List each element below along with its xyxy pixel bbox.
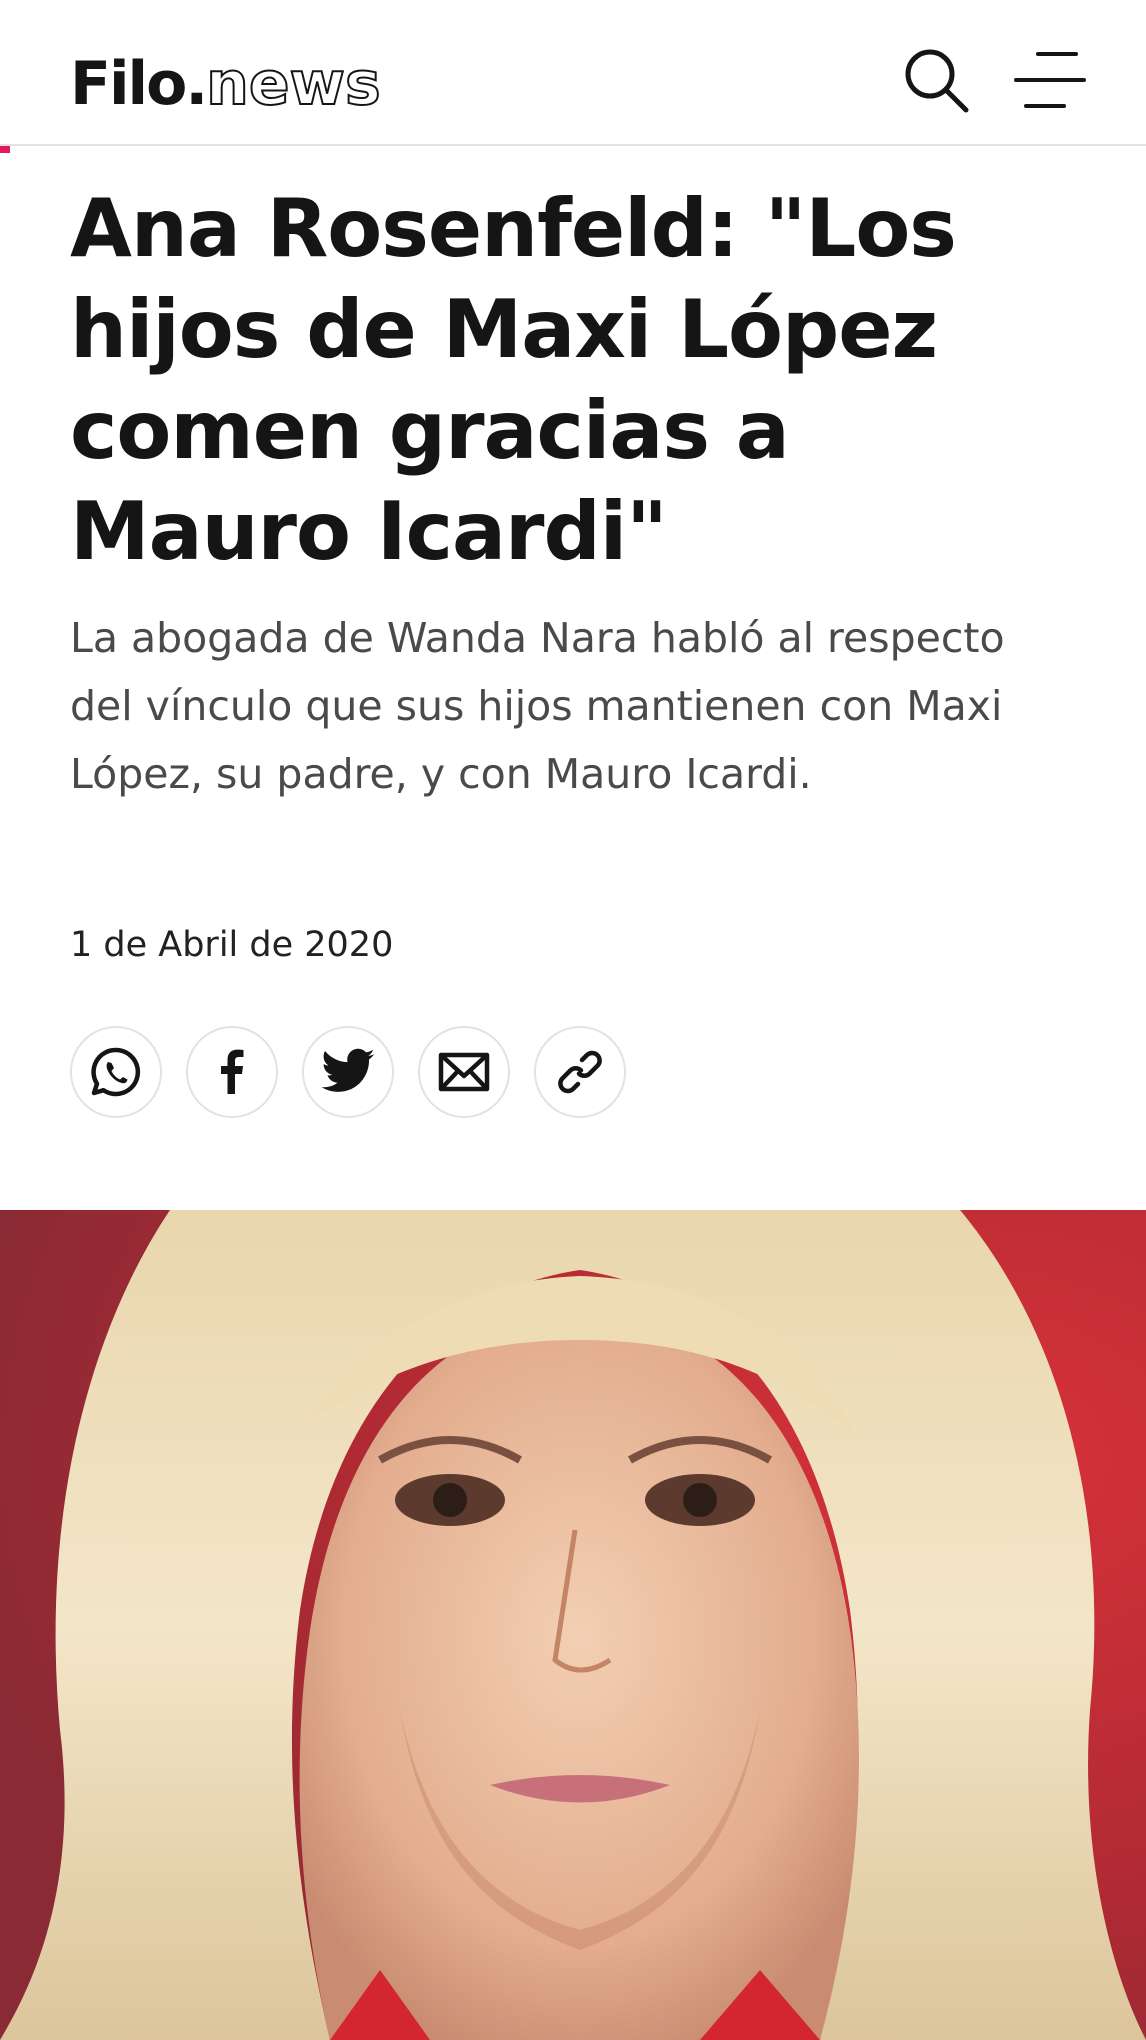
search-button[interactable] xyxy=(900,44,972,116)
site-logo[interactable]: Filo.news xyxy=(70,46,382,122)
email-icon xyxy=(438,1052,490,1092)
logo-wordmark-bold: Filo. xyxy=(70,49,208,119)
copy-link-button[interactable] xyxy=(534,1026,626,1118)
link-icon xyxy=(558,1050,602,1094)
share-buttons xyxy=(70,1026,626,1118)
logo-wordmark-outline: news xyxy=(205,48,382,120)
share-facebook-button[interactable] xyxy=(186,1026,278,1118)
reading-progress-bar xyxy=(0,146,10,153)
article-subtitle: La abogada de Wanda Nara habló al respec… xyxy=(70,614,1005,798)
article-date: 1 de Abril de 2020 xyxy=(70,925,394,965)
share-twitter-button[interactable] xyxy=(302,1026,394,1118)
facebook-icon xyxy=(221,1049,244,1094)
share-whatsapp-button[interactable] xyxy=(70,1026,162,1118)
site-header: Filo.news xyxy=(0,0,1146,146)
article-hero-photo xyxy=(0,1210,1146,2040)
hamburger-menu-icon xyxy=(1014,52,1086,108)
menu-button[interactable] xyxy=(1012,44,1088,116)
search-icon xyxy=(905,49,969,113)
twitter-icon xyxy=(321,1048,375,1092)
whatsapp-icon xyxy=(91,1047,141,1097)
article-title: Ana Rosenfeld: "Los hijos de Maxi López … xyxy=(70,182,957,578)
share-email-button[interactable] xyxy=(418,1026,510,1118)
portrait-photo-illustration xyxy=(0,1210,1146,2040)
